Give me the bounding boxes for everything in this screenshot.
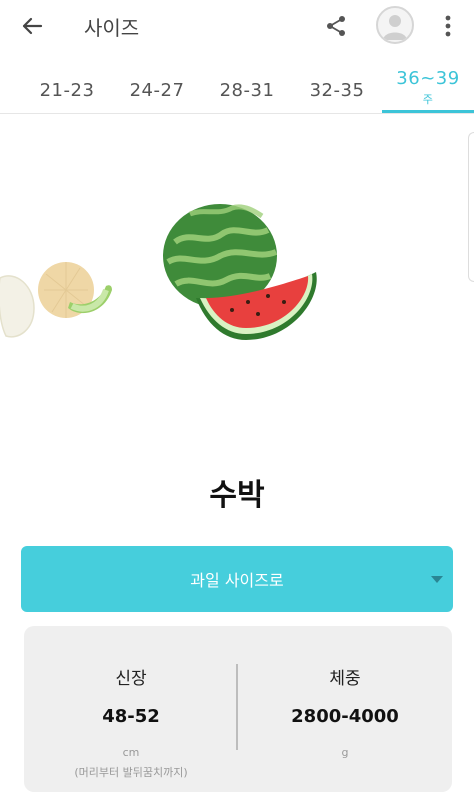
tab-sublabel: 주 bbox=[422, 93, 434, 106]
fruit-illustration bbox=[0, 204, 317, 340]
weight-label: 체중 bbox=[329, 669, 361, 689]
active-tab-indicator bbox=[382, 110, 474, 113]
arrow-left-icon bbox=[22, 17, 43, 35]
tab-week-21-23[interactable]: 21-23 bbox=[23, 62, 111, 112]
height-unit: cm bbox=[122, 746, 140, 759]
tab-label: 32-35 bbox=[309, 80, 365, 101]
share-button[interactable] bbox=[318, 8, 354, 44]
baby-stats-card: 신장 48-52 cm (머리부터 발뒤꿈치까지) 체중 2800-4000 g bbox=[24, 626, 452, 792]
fruit-name: 수박 bbox=[209, 478, 265, 513]
tab-week-24-27[interactable]: 24-27 bbox=[113, 62, 201, 112]
tab-label: 28-31 bbox=[219, 80, 275, 101]
tab-label: 24-27 bbox=[129, 80, 185, 101]
height-stat: 신장 48-52 cm (머리부터 발뒤꿈치까지) bbox=[24, 626, 238, 792]
height-label: 신장 bbox=[115, 669, 147, 689]
page-title: 사이즈 bbox=[84, 16, 140, 40]
dropdown-label: 과일 사이즈로 bbox=[190, 571, 284, 590]
more-options-button[interactable] bbox=[432, 8, 464, 44]
tab-label: 21-23 bbox=[39, 80, 95, 101]
weight-unit: g bbox=[341, 746, 349, 759]
back-button[interactable] bbox=[14, 8, 50, 44]
tab-week-28-31[interactable]: 28-31 bbox=[203, 62, 291, 112]
weight-value: 2800-4000 bbox=[291, 706, 399, 727]
more-vertical-icon bbox=[445, 15, 451, 37]
tab-label: 36~39 bbox=[396, 68, 460, 89]
tab-week-36-39[interactable]: 36~39 주 bbox=[384, 62, 472, 112]
melon-image bbox=[38, 262, 112, 318]
share-icon bbox=[327, 16, 345, 36]
side-scroll-handle[interactable] bbox=[468, 132, 474, 282]
height-note: (머리부터 발뒤꿈치까지) bbox=[74, 766, 188, 779]
week-tabs: 21-23 24-27 28-31 32-35 36~39 주 bbox=[0, 62, 474, 114]
size-comparison-dropdown[interactable]: 과일 사이즈로 bbox=[21, 546, 453, 612]
height-value: 48-52 bbox=[102, 706, 160, 727]
caret-down-icon bbox=[431, 576, 443, 583]
weight-stat: 체중 2800-4000 g bbox=[238, 626, 452, 792]
melon-slice-edge-image bbox=[0, 275, 35, 338]
user-avatar-icon bbox=[383, 15, 407, 40]
tab-week-32-35[interactable]: 32-35 bbox=[293, 62, 381, 112]
avatar[interactable] bbox=[376, 6, 414, 44]
app-bar: 사이즈 bbox=[0, 0, 474, 52]
